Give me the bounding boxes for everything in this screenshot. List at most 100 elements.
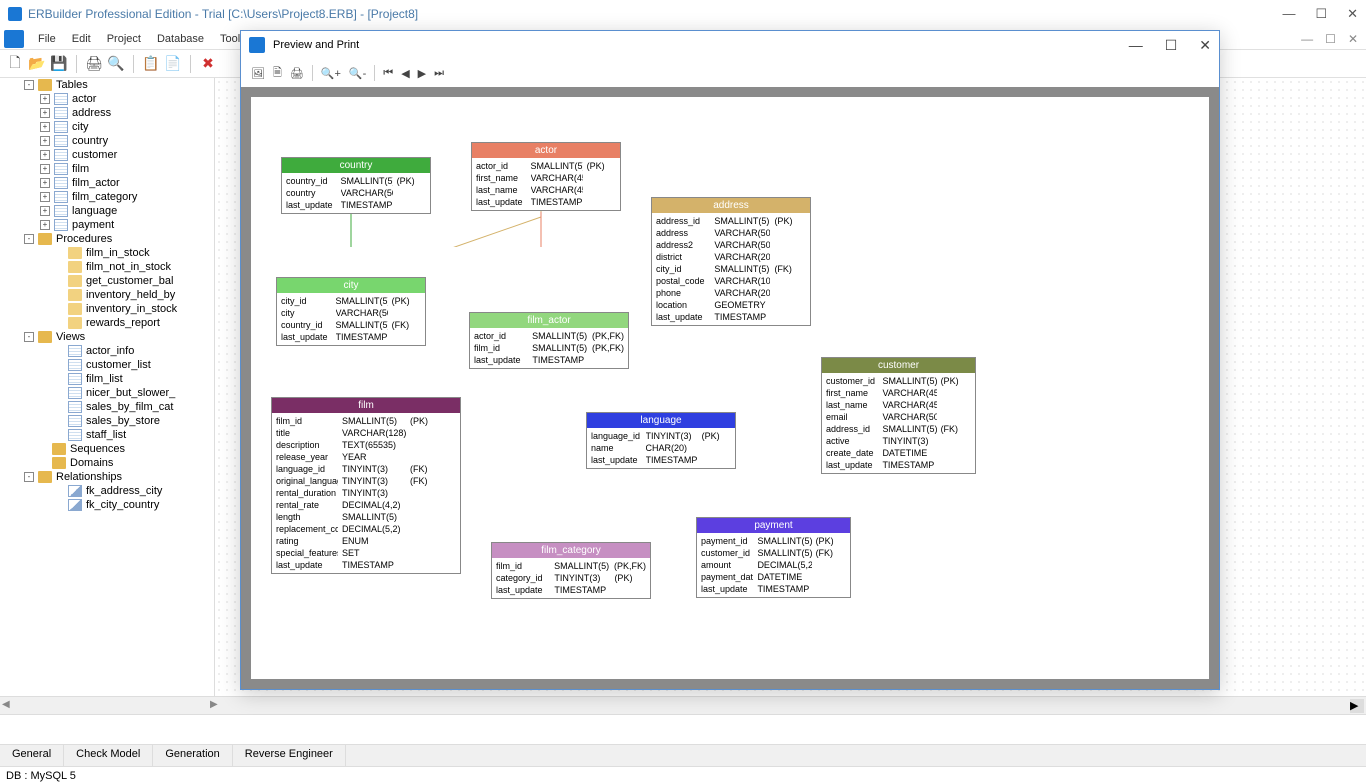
mdi-minimize-button[interactable]: — [1301, 32, 1313, 46]
maximize-button[interactable]: ☐ [1315, 6, 1327, 22]
entity-address[interactable]: addressaddress_idSMALLINT(5)(PK)addressV… [651, 197, 811, 326]
first-page-icon[interactable]: ⏮ [383, 67, 393, 80]
tree-table-film[interactable]: +film [0, 162, 214, 176]
mdi-close-button[interactable]: ✕ [1348, 32, 1358, 46]
tree-relationships[interactable]: -Relationships [0, 470, 214, 484]
tree-proc-inventory_held_by[interactable]: inventory_held_by [0, 288, 214, 302]
tree-view-staff_list[interactable]: staff_list [0, 428, 214, 442]
tree-domains[interactable]: Domains [0, 456, 214, 470]
new-icon[interactable]: 🗋 [6, 55, 24, 73]
zoom-out-icon[interactable]: 🔍- [349, 67, 366, 80]
tab-reverse-engineer[interactable]: Reverse Engineer [233, 745, 346, 766]
entity-country[interactable]: countrycountry_idSMALLINT(5)(PK)countryV… [281, 157, 431, 214]
save-icon[interactable]: 💾 [50, 55, 68, 73]
tree-table-film_category[interactable]: +film_category [0, 190, 214, 204]
tree-proc-get_customer_bal[interactable]: get_customer_bal [0, 274, 214, 288]
entity-header: language [587, 413, 735, 428]
tree-expand-icon[interactable]: - [24, 234, 34, 244]
tree-expand-icon[interactable]: + [40, 108, 50, 118]
minimize-button[interactable]: — [1282, 6, 1295, 22]
tree-expand-icon[interactable]: - [24, 472, 34, 482]
tab-generation[interactable]: Generation [153, 745, 232, 766]
tree-procedures[interactable]: -Procedures [0, 232, 214, 246]
entity-column: first_nameVARCHAR(45) [474, 172, 618, 184]
tree-proc-film_not_in_stock[interactable]: film_not_in_stock [0, 260, 214, 274]
preview-maximize-button[interactable]: ☐ [1165, 37, 1178, 54]
tree-rel-fk_city_country[interactable]: fk_city_country [0, 498, 214, 512]
tree-expand-icon[interactable]: - [24, 332, 34, 342]
last-page-icon[interactable]: ⏭ [434, 67, 444, 80]
entity-city[interactable]: citycity_idSMALLINT(5)(PK)cityVARCHAR(50… [276, 277, 426, 346]
paste-icon[interactable]: 📄 [164, 55, 182, 73]
entity-column: districtVARCHAR(20) [654, 251, 808, 263]
tree-proc-inventory_in_stock[interactable]: inventory_in_stock [0, 302, 214, 316]
tree-label: nicer_but_slower_ [86, 387, 175, 399]
tree-table-country[interactable]: +country [0, 134, 214, 148]
export-icon[interactable]: 🗎 [273, 64, 282, 83]
tree-view-sales_by_store[interactable]: sales_by_store [0, 414, 214, 428]
next-page-icon[interactable]: ▶ [418, 67, 426, 80]
tree-table-payment[interactable]: +payment [0, 218, 214, 232]
tree-expand-icon[interactable]: + [40, 122, 50, 132]
sidebar[interactable]: -Tables+actor+address+city+country+custo… [0, 78, 215, 696]
tree-expand-icon[interactable]: + [40, 94, 50, 104]
entity-column: rental_rateDECIMAL(4,2) [274, 499, 458, 511]
preview-minimize-button[interactable]: — [1129, 37, 1143, 54]
entity-customer[interactable]: customercustomer_idSMALLINT(5)(PK)first_… [821, 357, 976, 474]
tree-expand-icon[interactable]: - [24, 80, 34, 90]
tree-expand-icon[interactable]: + [40, 220, 50, 230]
tree-proc-film_in_stock[interactable]: film_in_stock [0, 246, 214, 260]
tree-view-customer_list[interactable]: customer_list [0, 358, 214, 372]
entity-actor[interactable]: actoractor_idSMALLINT(5)(PK)first_nameVA… [471, 142, 621, 211]
entity-column: country_idSMALLINT(5)(PK) [284, 175, 428, 187]
tree-sequences[interactable]: Sequences [0, 442, 214, 456]
tree-expand-icon[interactable]: + [40, 150, 50, 160]
mdi-maximize-button[interactable]: ☐ [1325, 32, 1336, 46]
prev-page-icon[interactable]: ◀ [401, 67, 409, 80]
preview-dialog[interactable]: Preview and Print — ☐ ✕ 🖼 🗎 🖨 🔍+ 🔍- ⏮ ◀ … [240, 30, 1220, 690]
tree-expand-icon[interactable]: + [40, 192, 50, 202]
menu-file[interactable]: File [30, 33, 64, 45]
proc-icon [68, 275, 82, 287]
menu-database[interactable]: Database [149, 33, 212, 45]
tree-table-city[interactable]: +city [0, 120, 214, 134]
menu-project[interactable]: Project [99, 33, 149, 45]
tree-view-sales_by_film_cat[interactable]: sales_by_film_cat [0, 400, 214, 414]
print-icon[interactable]: 🖨 [85, 55, 103, 73]
tree-expand-icon[interactable]: + [40, 178, 50, 188]
zoom-in-icon[interactable]: 🔍+ [321, 67, 341, 80]
preview-close-button[interactable]: ✕ [1199, 37, 1211, 54]
tree-tables[interactable]: -Tables [0, 78, 214, 92]
tree-table-language[interactable]: +language [0, 204, 214, 218]
tree-table-address[interactable]: +address [0, 106, 214, 120]
tree-proc-rewards_report[interactable]: rewards_report [0, 316, 214, 330]
open-icon[interactable]: 📂 [28, 55, 46, 73]
tree-expand-icon[interactable]: + [40, 206, 50, 216]
delete-icon[interactable]: ✖ [199, 55, 217, 73]
tree-views[interactable]: -Views [0, 330, 214, 344]
tree-view-actor_info[interactable]: actor_info [0, 344, 214, 358]
tab-check-model[interactable]: Check Model [64, 745, 153, 766]
image-icon[interactable]: 🖼 [251, 67, 265, 80]
print-icon[interactable]: 🖨 [290, 67, 304, 80]
tree-rel-fk_address_city[interactable]: fk_address_city [0, 484, 214, 498]
entity-film_actor[interactable]: film_actoractor_idSMALLINT(5)(PK,FK)film… [469, 312, 629, 369]
horizontal-scrollbar[interactable]: ◀▶▶ [0, 696, 1366, 714]
entity-language[interactable]: languagelanguage_idTINYINT(3)(PK)nameCHA… [586, 412, 736, 469]
tree-view-film_list[interactable]: film_list [0, 372, 214, 386]
entity-film_category[interactable]: film_categoryfilm_idSMALLINT(5)(PK,FK)ca… [491, 542, 651, 599]
tree-table-customer[interactable]: +customer [0, 148, 214, 162]
close-button[interactable]: ✕ [1347, 6, 1358, 22]
preview-icon[interactable]: 🔍 [107, 55, 125, 73]
tree-table-actor[interactable]: +actor [0, 92, 214, 106]
app-menu-icon[interactable] [4, 30, 24, 48]
copy-icon[interactable]: 📋 [142, 55, 160, 73]
tab-general[interactable]: General [0, 745, 64, 766]
tree-view-nicer_but_slower_[interactable]: nicer_but_slower_ [0, 386, 214, 400]
tree-expand-icon[interactable]: + [40, 164, 50, 174]
tree-expand-icon[interactable]: + [40, 136, 50, 146]
entity-payment[interactable]: paymentpayment_idSMALLINT(5)(PK)customer… [696, 517, 851, 598]
entity-film[interactable]: filmfilm_idSMALLINT(5)(PK)titleVARCHAR(1… [271, 397, 461, 574]
menu-edit[interactable]: Edit [64, 33, 99, 45]
tree-table-film_actor[interactable]: +film_actor [0, 176, 214, 190]
